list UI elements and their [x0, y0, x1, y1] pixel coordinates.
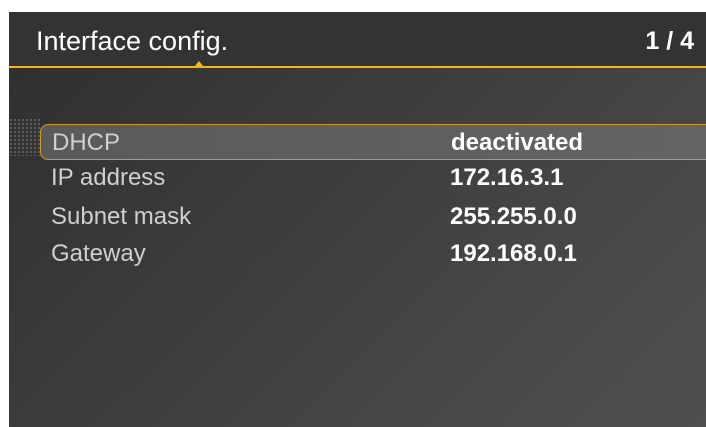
setting-row-gateway[interactable]: Gateway 192.168.0.1	[40, 236, 706, 272]
setting-value: 255.255.0.0	[450, 203, 577, 230]
setting-value: 172.16.3.1	[450, 164, 564, 191]
header-divider	[9, 66, 706, 68]
page-title: Interface config.	[36, 26, 229, 56]
setting-row-ip-address[interactable]: IP address 172.16.3.1	[40, 160, 706, 196]
setting-value: 192.168.0.1	[450, 240, 577, 267]
setting-value: deactivated	[451, 129, 584, 156]
setting-label: Gateway	[51, 240, 146, 267]
setting-label: IP address	[51, 164, 166, 191]
setting-label: DHCP	[52, 129, 121, 156]
setting-row-subnet-mask[interactable]: Subnet mask 255.255.0.0	[40, 199, 706, 235]
selection-dots-icon	[9, 118, 41, 156]
page-indicator: 1 / 4	[645, 27, 694, 55]
position-marker-icon	[194, 61, 204, 67]
header-bar: Interface config. 1 / 4	[9, 12, 706, 66]
setting-row-dhcp[interactable]: DHCP deactivated	[40, 124, 706, 160]
device-screen: Interface config. 1 / 4 DHCP deactivated…	[9, 12, 706, 427]
setting-label: Subnet mask	[51, 203, 192, 230]
